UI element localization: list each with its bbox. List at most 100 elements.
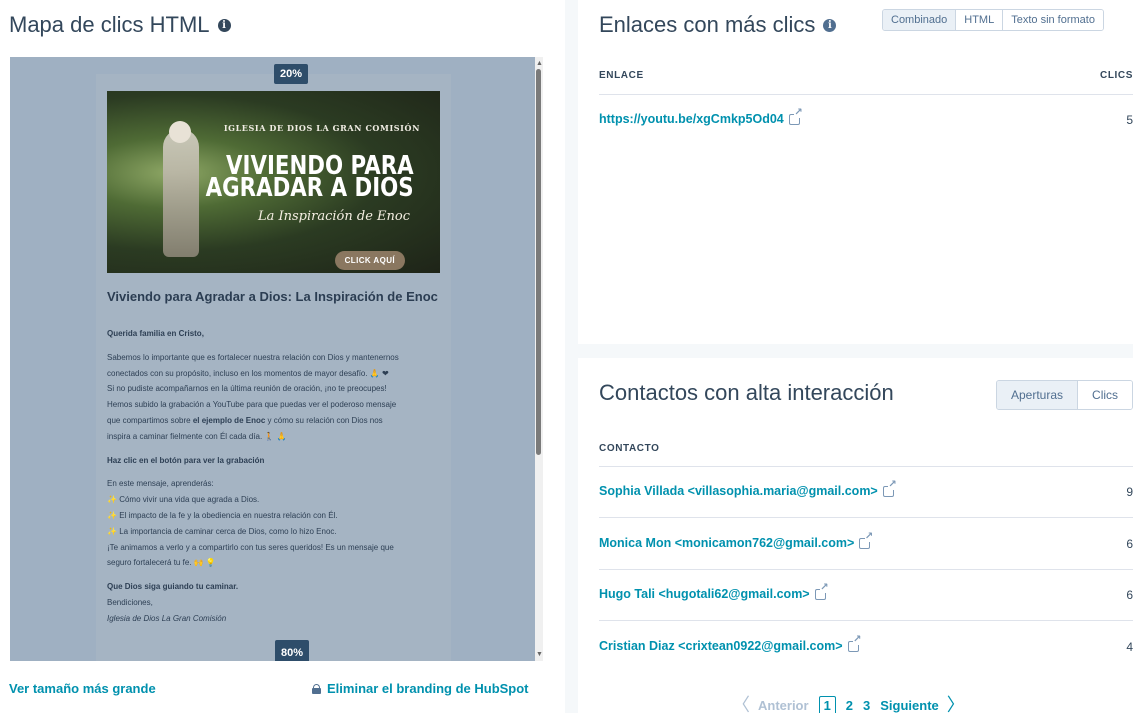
contact-row[interactable]: Cristian Diaz <crixtean0922@gmail.com> <box>599 634 862 653</box>
email-text: y cómo su relación con Dios nos <box>265 415 383 425</box>
external-link-icon[interactable] <box>882 479 897 497</box>
contact-value: 6 <box>1126 537 1133 551</box>
divider <box>599 620 1133 621</box>
info-icon[interactable]: i <box>823 18 837 32</box>
chevron-right-icon: 〉 <box>946 695 965 713</box>
email-learn-item: ✨ La importancia de caminar cerca de Dio… <box>107 524 442 540</box>
email-body: Querida familia en Cristo, Sabemos lo im… <box>107 326 442 627</box>
tab-aperturas[interactable]: Aperturas <box>997 381 1078 409</box>
divider <box>599 517 1133 518</box>
email-share-line: ¡Te animamos a verlo y a compartirlo con… <box>107 542 394 552</box>
divider <box>599 569 1133 570</box>
contact-row[interactable]: Sophia Villada <villasophia.maria@gmail.… <box>599 479 897 498</box>
external-link-icon[interactable] <box>847 634 862 652</box>
email-text: que compartimos sobre <box>107 415 193 425</box>
divider <box>599 94 1133 95</box>
contact-name[interactable]: Cristian Diaz <crixtean0922@gmail.com> <box>599 639 843 653</box>
banner-subtitle: La Inspiración de Enoc <box>257 209 410 224</box>
top-links-title-text: Enlaces con más clics <box>599 12 816 37</box>
banner-figure <box>163 129 199 257</box>
email-learn-item: ✨ El impacto de la fe y la obediencia en… <box>107 508 442 524</box>
pagination-next-label: Siguiente <box>880 698 939 713</box>
contact-row[interactable]: Monica Mon <monicamon762@gmail.com> <box>599 531 874 550</box>
email-closing: Que Dios siga guiando tu caminar. <box>107 582 239 592</box>
lock-icon <box>312 683 321 694</box>
email-learn-intro: En este mensaje, aprenderás: <box>107 479 214 489</box>
tab-clics[interactable]: Clics <box>1077 381 1133 409</box>
banner-click-button[interactable]: CLICK AQUÍ <box>334 251 405 270</box>
banner-org: IGLESIA DE DIOS LA GRAN COMISIÓN <box>223 123 420 133</box>
click-percent-badge-bottom: 80% <box>275 640 310 661</box>
tab-texto-sin-formato[interactable]: Texto sin formato <box>1002 10 1103 30</box>
email-p1-line: inspira a caminar fielmente con Él cada … <box>107 431 287 441</box>
heatmap-panel: Mapa de clics HTML i IGLESIA DE DIOS LA … <box>0 0 565 713</box>
email-p1-line: que compartimos sobre el ejemplo de Enoc… <box>107 413 442 429</box>
column-header-contact[interactable]: CONTACTO <box>599 443 660 454</box>
contacts-view-toggle: Aperturas Clics <box>996 380 1133 410</box>
email-learn-text: La importancia de caminar cerca de Dios,… <box>119 526 337 536</box>
divider <box>599 466 1133 467</box>
pagination-prev[interactable]: 〈 Anterior <box>732 695 809 713</box>
email-signature: Iglesia de Dios La Gran Comisión <box>107 613 227 623</box>
remove-branding-link[interactable]: Eliminar el branding de HubSpot <box>312 681 529 696</box>
top-link-row[interactable]: https://youtu.be/xgCmkp5Od04 <box>599 107 803 126</box>
contact-value: 4 <box>1126 640 1133 654</box>
tab-html[interactable]: HTML <box>955 10 1003 30</box>
scroll-down-arrow-icon[interactable]: ▼ <box>536 651 543 658</box>
heatmap-title-text: Mapa de clics HTML <box>9 12 210 37</box>
email-headline: Viviendo para Agradar a Dios: La Inspira… <box>107 289 438 304</box>
pagination-next[interactable]: Siguiente 〉 <box>880 695 965 713</box>
banner-figure-head <box>169 121 191 143</box>
email-cta-text: Haz clic en el botón para ver la grabaci… <box>107 455 265 465</box>
contact-name[interactable]: Sophia Villada <villasophia.maria@gmail.… <box>599 484 878 498</box>
top-link-clicks: 5 <box>1126 113 1133 127</box>
pagination: 〈 Anterior 1 2 3 Siguiente 〉 <box>732 696 965 713</box>
email-p1-line: Si no pudiste acompañarnos en la última … <box>107 384 387 394</box>
scrollbar-thumb[interactable] <box>536 69 541 455</box>
email-share-line: seguro fortalecerá tu fe. 🙌 💡 <box>107 558 216 568</box>
top-link-url[interactable]: https://youtu.be/xgCmkp5Od04 <box>599 112 784 126</box>
contact-name[interactable]: Hugo Tali <hugotali62@gmail.com> <box>599 587 810 601</box>
external-link-icon[interactable] <box>859 531 874 549</box>
column-header-link[interactable]: ENLACE <box>599 70 644 81</box>
info-icon[interactable]: i <box>217 18 231 32</box>
banner-title: VIVIENDO PARA AGRADAR A DIOS <box>206 153 414 203</box>
email-preview[interactable]: IGLESIA DE DIOS LA GRAN COMISIÓN VIVIEND… <box>10 57 543 661</box>
pagination-prev-label: Anterior <box>758 698 809 713</box>
preview-scrollbar[interactable]: ▲ ▼ <box>535 57 543 661</box>
contact-name[interactable]: Monica Mon <monicamon762@gmail.com> <box>599 536 854 550</box>
links-view-toggle: Combinado HTML Texto sin formato <box>882 9 1104 31</box>
contact-row[interactable]: Hugo Tali <hugotali62@gmail.com> <box>599 582 829 601</box>
column-header-clicks[interactable]: CLICS <box>1100 70 1133 81</box>
chevron-left-icon: 〈 <box>732 695 750 713</box>
view-larger-link[interactable]: Ver tamaño más grande <box>9 681 156 696</box>
sparkle-icon: ✨ <box>107 526 117 536</box>
email-learn-text: El impacto de la fe y la obediencia en n… <box>119 510 338 520</box>
external-link-icon[interactable] <box>788 107 803 125</box>
email-p1-line: Sabemos lo importante que es fortalecer … <box>107 352 399 362</box>
contact-value: 9 <box>1126 485 1133 499</box>
email-content: IGLESIA DE DIOS LA GRAN COMISIÓN VIVIEND… <box>96 74 451 661</box>
top-links-title: Enlaces con más clics i <box>599 12 837 38</box>
contact-value: 6 <box>1126 588 1133 602</box>
email-p1-line: Hemos subido la grabación a YouTube para… <box>107 400 397 410</box>
top-links-card: Enlaces con más clics i Combinado HTML T… <box>578 0 1133 344</box>
pagination-page-2[interactable]: 2 <box>846 698 853 713</box>
heatmap-title: Mapa de clics HTML i <box>9 12 231 38</box>
email-banner-image[interactable]: IGLESIA DE DIOS LA GRAN COMISIÓN VIVIEND… <box>107 91 440 273</box>
email-learn-item: ✨ Cómo vivir una vida que agrada a Dios. <box>107 492 442 508</box>
engaged-contacts-card: Contactos con alta interacción Aperturas… <box>578 358 1133 713</box>
click-percent-badge-top: 20% <box>274 64 309 84</box>
scroll-up-arrow-icon[interactable]: ▲ <box>536 60 543 67</box>
email-learn-text: Cómo vivir una vida que agrada a Dios. <box>119 495 260 505</box>
tab-combinado[interactable]: Combinado <box>883 10 956 30</box>
pagination-page-3[interactable]: 3 <box>863 698 870 713</box>
sparkle-icon: ✨ <box>107 495 117 505</box>
remove-branding-label: Eliminar el branding de HubSpot <box>327 681 529 696</box>
sparkle-icon: ✨ <box>107 510 117 520</box>
engaged-contacts-title: Contactos con alta interacción <box>599 380 894 405</box>
email-blessing: Bendiciones, <box>107 597 153 607</box>
banner-title-line-2: AGRADAR A DIOS <box>206 173 414 203</box>
external-link-icon[interactable] <box>814 582 829 600</box>
pagination-page-1[interactable]: 1 <box>818 696 836 713</box>
